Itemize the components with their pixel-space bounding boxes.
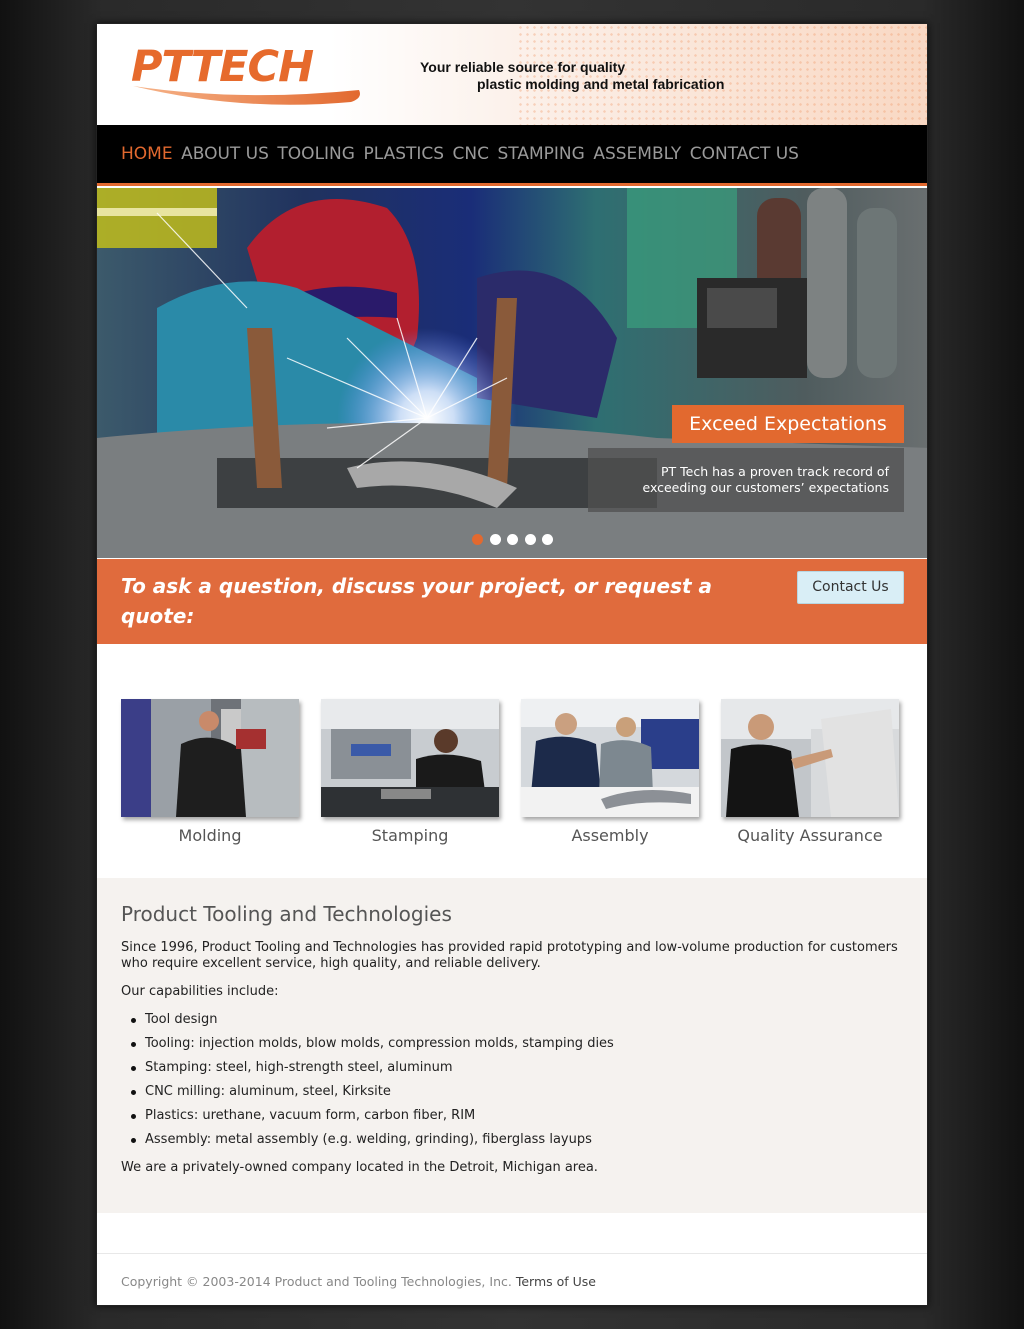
nav-item-stamping[interactable]: STAMPING	[498, 143, 585, 165]
logo-swoosh-icon	[133, 86, 360, 105]
service-label-molding: Molding	[178, 826, 242, 845]
site-footer: Copyright © 2003-2014 Product and Toolin…	[97, 1213, 927, 1305]
capabilities-list: Tool design Tooling: injection molds, bl…	[129, 1012, 905, 1148]
nav-item-tooling[interactable]: TOOLING	[277, 143, 355, 165]
about-intro: Since 1996, Product Tooling and Technolo…	[121, 940, 898, 971]
about-section: Product Tooling and Technologies Since 1…	[97, 878, 927, 1213]
site-header: PTTECH Your reliable source for quality …	[97, 24, 927, 125]
slider-dot[interactable]	[542, 534, 553, 545]
terms-of-use-link[interactable]: Terms of Use	[516, 1274, 596, 1289]
nav-item-about-us[interactable]: ABOUT US	[181, 143, 269, 165]
services-section: Molding Stamping Assembly Quality Assura…	[97, 644, 927, 878]
hero-caption-line-1: PT Tech has a proven track record of	[661, 464, 889, 479]
main-nav: HOME ABOUT US TOOLING PLASTICS CNC STAMPING AS…	[97, 125, 927, 186]
capability-item: Tooling: injection molds, blow molds, co…	[129, 1036, 905, 1052]
service-card-molding[interactable]: Molding	[121, 699, 299, 846]
nav-item-home[interactable]: HOME	[121, 143, 173, 165]
slider-dot[interactable]	[489, 534, 501, 545]
service-label-quality-assurance: Quality Assurance	[737, 826, 883, 845]
quality-assurance-worker-photo[interactable]	[721, 699, 899, 817]
nav-list: HOME ABOUT US TOOLING PLASTICS CNC STAMPING AS…	[121, 143, 807, 165]
hero-caption-line-2: exceeding our customers’ expectations	[642, 480, 889, 495]
footer-text: Copyright © 2003-2014 Product and Toolin…	[121, 1274, 596, 1290]
pttech-logo[interactable]: PTTECH	[131, 44, 363, 105]
about-closing: We are a privately-owned company located…	[121, 1160, 598, 1175]
slider-dot[interactable]	[524, 534, 536, 545]
service-card-quality-assurance[interactable]: Quality Assurance	[721, 699, 899, 846]
slider-dot[interactable]	[507, 534, 518, 545]
molding-worker-photo[interactable]	[121, 699, 299, 817]
footer-divider	[97, 1253, 927, 1254]
tagline-line-1: Your reliable source for quality	[420, 59, 626, 75]
capability-item: Stamping: steel, high-strength steel, al…	[129, 1060, 905, 1076]
service-label-assembly: Assembly	[571, 826, 649, 845]
hero-slider[interactable]: Exceed Expectations PT Tech has a proven…	[97, 188, 927, 558]
cta-text: To ask a question, discuss your project,…	[121, 574, 713, 628]
slider-dots	[472, 534, 560, 545]
assembly-workers-photo[interactable]	[521, 699, 699, 817]
capability-item: Tool design	[129, 1012, 905, 1028]
hero-caption-title: Exceed Expectations	[672, 405, 904, 443]
header-tagline: Your reliable source for quality plastic…	[420, 59, 724, 93]
capability-item: Plastics: urethane, vacuum form, carbon …	[129, 1108, 905, 1124]
service-card-assembly[interactable]: Assembly	[521, 699, 699, 846]
service-label-stamping: Stamping	[371, 826, 449, 845]
page-container: PTTECH Your reliable source for quality …	[96, 23, 928, 1306]
contact-us-button[interactable]: Contact Us	[797, 571, 904, 604]
nav-item-contact-us[interactable]: CONTACT US	[690, 143, 799, 165]
capability-item: CNC milling: aluminum, steel, Kirksite	[129, 1084, 905, 1100]
slider-dot[interactable]	[472, 534, 483, 545]
hero-caption-box: PT Tech has a proven track record of exc…	[588, 448, 904, 512]
capabilities-intro: Our capabilities include:	[121, 984, 279, 999]
service-card-stamping[interactable]: Stamping	[321, 699, 499, 846]
copyright-text: Copyright © 2003-2014 Product and Toolin…	[121, 1274, 512, 1289]
nav-item-plastics[interactable]: PLASTICS	[363, 143, 444, 165]
cta-banner: To ask a question, discuss your project,…	[97, 559, 927, 644]
stamping-worker-photo[interactable]	[321, 699, 499, 817]
tagline-line-2: plastic molding and metal fabrication	[477, 76, 725, 92]
capability-item: Assembly: metal assembly (e.g. welding, …	[129, 1132, 905, 1148]
nav-item-cnc[interactable]: CNC	[453, 143, 489, 165]
about-title: Product Tooling and Technologies	[121, 902, 452, 926]
nav-item-assembly[interactable]: ASSEMBLY	[593, 143, 681, 165]
